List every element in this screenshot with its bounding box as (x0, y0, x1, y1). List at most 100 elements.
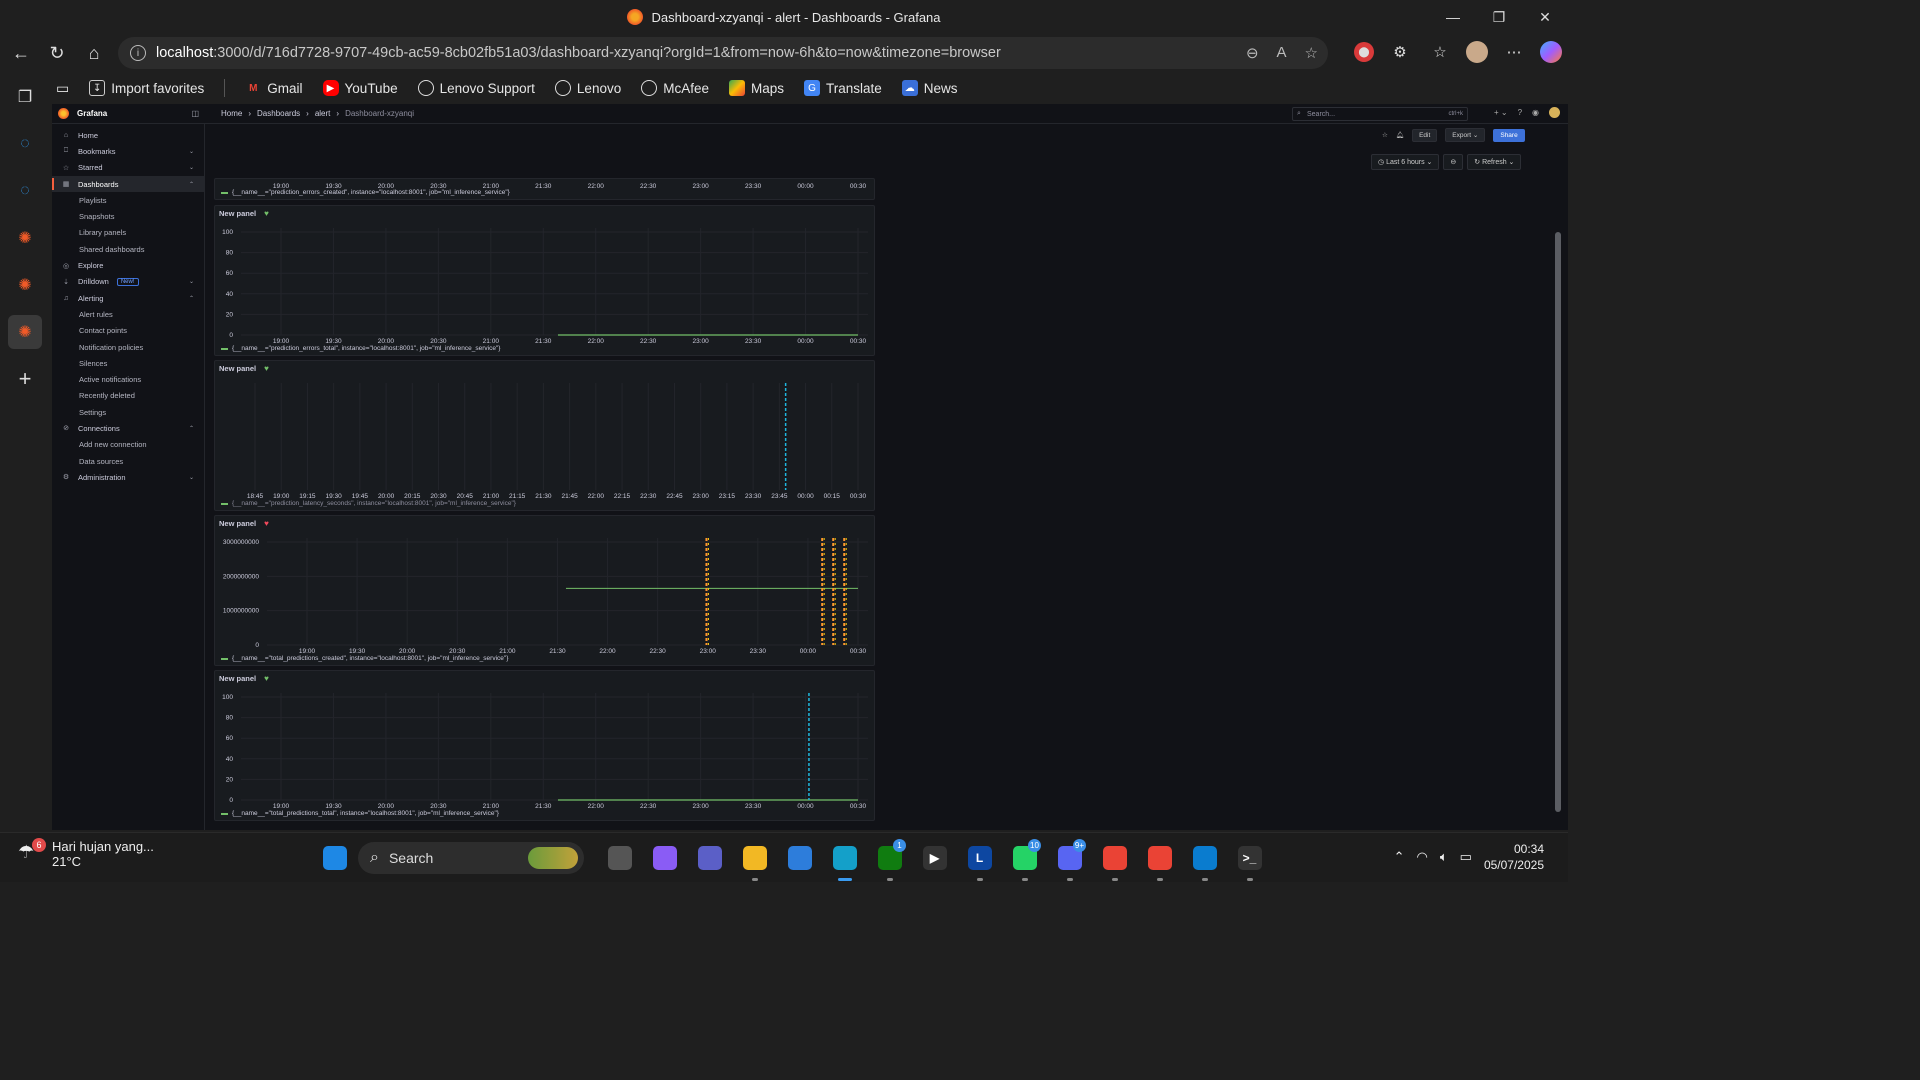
collections-icon[interactable]: ▭ (56, 80, 69, 97)
sidebar-item-playlists[interactable]: Playlists (52, 192, 204, 208)
taskbar-app-vscode[interactable] (1182, 839, 1227, 881)
tab-grafana-icon[interactable]: ✺ (8, 268, 42, 302)
sidebar-item-add-new-connection[interactable]: Add new connection (52, 437, 204, 453)
restore-button[interactable]: ❐ (1476, 0, 1522, 34)
close-button[interactable]: ✕ (1522, 0, 1568, 34)
back-icon[interactable]: ← (3, 35, 39, 71)
sidebar-item-dashboards[interactable]: ▦ Dashboards ⌃ (52, 175, 204, 193)
help-icon[interactable]: ? (1518, 108, 1522, 117)
sidebar-item-shared-dashboards[interactable]: Shared dashboards (52, 241, 204, 257)
panel-legend[interactable]: {__name__="prediction_latency_seconds", … (221, 500, 516, 507)
zoom-icon[interactable]: ⊖ (1246, 44, 1259, 62)
alert-ok-heart-icon[interactable]: ♥ (264, 209, 269, 218)
chevron-down-icon[interactable]: ⌄ (189, 474, 194, 481)
sidebar-item-connections[interactable]: ⊘ Connections ⌃ (52, 420, 204, 436)
clock[interactable]: 00:34 05/07/2025 (1484, 841, 1544, 873)
panel-title[interactable]: New panel ♥ (219, 209, 269, 218)
chevron-down-icon[interactable]: ⌄ (189, 278, 194, 285)
taskbar-app-microsoft-store[interactable] (777, 839, 822, 877)
sidebar-item-snapshots[interactable]: Snapshots (52, 208, 204, 224)
sidebar-item-notification-policies[interactable]: Notification policies (52, 339, 204, 355)
taskbar-app-terminal[interactable]: >_ (1227, 839, 1272, 881)
panel-legend[interactable]: {__name__="total_predictions_created", i… (221, 655, 508, 662)
battery-icon[interactable]: ▭ (1460, 849, 1472, 865)
taskbar-app-discord[interactable]: 9+ (1047, 839, 1092, 881)
volume-icon[interactable]: 🔈︎ (1440, 849, 1448, 865)
taskbar-app-copilot[interactable] (642, 839, 687, 877)
taskbar-app-chrome-profile[interactable] (1137, 839, 1182, 881)
sidebar-item-bookmarks[interactable]: ⎕ Bookmarks ⌄ (52, 143, 204, 159)
taskbar-app-task-view[interactable] (597, 839, 642, 877)
copilot-icon[interactable] (1540, 41, 1562, 63)
tab-grafana-active-icon[interactable]: ✺ (8, 315, 42, 349)
bookmark-lenovo-support[interactable]: Lenovo Support (417, 80, 535, 96)
star-icon[interactable]: ☆ (1382, 131, 1388, 139)
taskbar-app-whatsapp[interactable]: 10 (1002, 839, 1047, 881)
profile-avatar[interactable] (1466, 41, 1488, 63)
sidebar-item-alert-rules[interactable]: Alert rules (52, 306, 204, 322)
tab-loading-icon[interactable]: ◌ (8, 127, 42, 161)
reload-icon[interactable]: ↻ (39, 35, 75, 71)
sidebar-item-active-notifications[interactable]: Active notifications (52, 371, 204, 387)
extensions-icon[interactable]: ⚙ (1386, 38, 1414, 66)
favorites-icon[interactable]: ☆ (1426, 38, 1454, 66)
wifi-icon[interactable]: ◠ (1416, 849, 1427, 865)
sidebar-item-administration[interactable]: ⚙ Administration ⌄ (52, 469, 204, 485)
bookmark-lenovo[interactable]: Lenovo (554, 80, 621, 96)
breadcrumb-dashboards[interactable]: Dashboards (257, 109, 300, 118)
breadcrumb-folder[interactable]: alert (315, 109, 331, 118)
panel-title[interactable]: New panel ♥ (219, 674, 269, 683)
bell-icon[interactable]: 🔔︎ (1396, 131, 1404, 139)
minimize-button[interactable]: — (1430, 0, 1476, 34)
taskbar-app-xbox[interactable]: 1 (867, 839, 912, 881)
dashboard-panel[interactable]: 18:45 19:00 19:15 19:30 19:45 20:00 20:15 20:30… (214, 360, 875, 511)
sidebar-item-drilldown[interactable]: ⇣ Drilldown New! ⌄ (52, 274, 204, 290)
sidebar-item-silences[interactable]: Silences (52, 355, 204, 371)
grafana-brand[interactable]: Grafana ◫ (52, 108, 205, 119)
taskbar-app-start[interactable] (312, 839, 357, 877)
page-scrollbar[interactable] (1554, 114, 1562, 814)
chevron-down-icon[interactable]: ⌄ (189, 148, 194, 155)
time-range-picker[interactable]: ◷ Last 6 hours ⌄ (1371, 154, 1440, 170)
site-info-icon[interactable]: i (130, 45, 146, 61)
sidebar-item-settings[interactable]: Settings (52, 404, 204, 420)
taskbar-app-chrome[interactable] (1092, 839, 1137, 881)
breadcrumb-home[interactable]: Home (221, 109, 242, 118)
taskbar-app-media-player[interactable]: ▶ (912, 839, 957, 877)
share-button[interactable]: Share (1493, 128, 1525, 142)
edit-button[interactable]: Edit (1412, 128, 1438, 142)
tab-loading-icon[interactable]: ◌ (8, 174, 42, 208)
zoom-out-button[interactable]: ⊖ (1443, 154, 1464, 170)
bookmark-news[interactable]: ☁ News (901, 80, 958, 96)
bookmark-maps[interactable]: Maps (729, 80, 784, 96)
chevron-up-icon[interactable]: ⌃ (189, 425, 194, 432)
dashboard-panel[interactable]: 19:00 19:30 20:00 20:30 21:00 21:30 22:00 22:30… (214, 205, 875, 356)
favorite-star-icon[interactable]: ☆ (1305, 44, 1318, 62)
bookmark-gmail[interactable]: M Gmail (245, 80, 302, 96)
read-aloud-icon[interactable]: A (1277, 44, 1287, 62)
more-menu-icon[interactable]: ⋯ (1500, 38, 1528, 66)
bookmark-translate[interactable]: G Translate (804, 80, 882, 96)
panel-legend[interactable]: {__name__="prediction_errors_total", ins… (221, 345, 500, 352)
url-field[interactable]: i localhost:3000/d/716d7728-9707-49cb-ac… (118, 37, 1328, 69)
dashboard-panel[interactable]: 19:00 19:30 20:00 20:30 21:00 21:30 22:00 22:30… (214, 670, 875, 821)
sidebar-item-recently-deleted[interactable]: Recently deleted (52, 388, 204, 404)
taskbar-app-file-explorer[interactable] (732, 839, 777, 881)
dashboard-panel[interactable]: 19:00 19:30 20:00 20:30 21:00 21:30 22:00 22:30… (214, 515, 875, 666)
bookmark-mcafee[interactable]: McAfee (641, 80, 709, 96)
taskbar-app-edge[interactable] (822, 839, 867, 881)
add-icon[interactable]: + ⌄ (1494, 108, 1508, 117)
panel-title[interactable]: New panel ♥ (219, 519, 269, 528)
taskbar-app-teams[interactable] (687, 839, 732, 877)
extension-red-icon[interactable]: ⬤ (1354, 42, 1374, 62)
bookmark-import-favorites[interactable]: ↧ Import favorites (89, 80, 204, 96)
new-tab-icon[interactable]: + (8, 362, 42, 396)
sidebar-item-data-sources[interactable]: Data sources (52, 453, 204, 469)
scrollbar-thumb[interactable] (1555, 232, 1561, 812)
sidebar-item-alerting[interactable]: ♫ Alerting ⌃ (52, 290, 204, 306)
panel-legend[interactable]: {__name__="total_predictions_total", ins… (221, 810, 499, 817)
taskbar-app-lenovo-l[interactable]: L (957, 839, 1002, 881)
dashboard-panel[interactable]: 19:00 19:30 20:00 20:30 21:00 21:30 22:00 22:30… (214, 178, 875, 200)
grafana-search-input[interactable]: ⌕ Search... ctrl+k (1292, 107, 1468, 121)
chevron-down-icon[interactable]: ⌄ (189, 164, 194, 171)
